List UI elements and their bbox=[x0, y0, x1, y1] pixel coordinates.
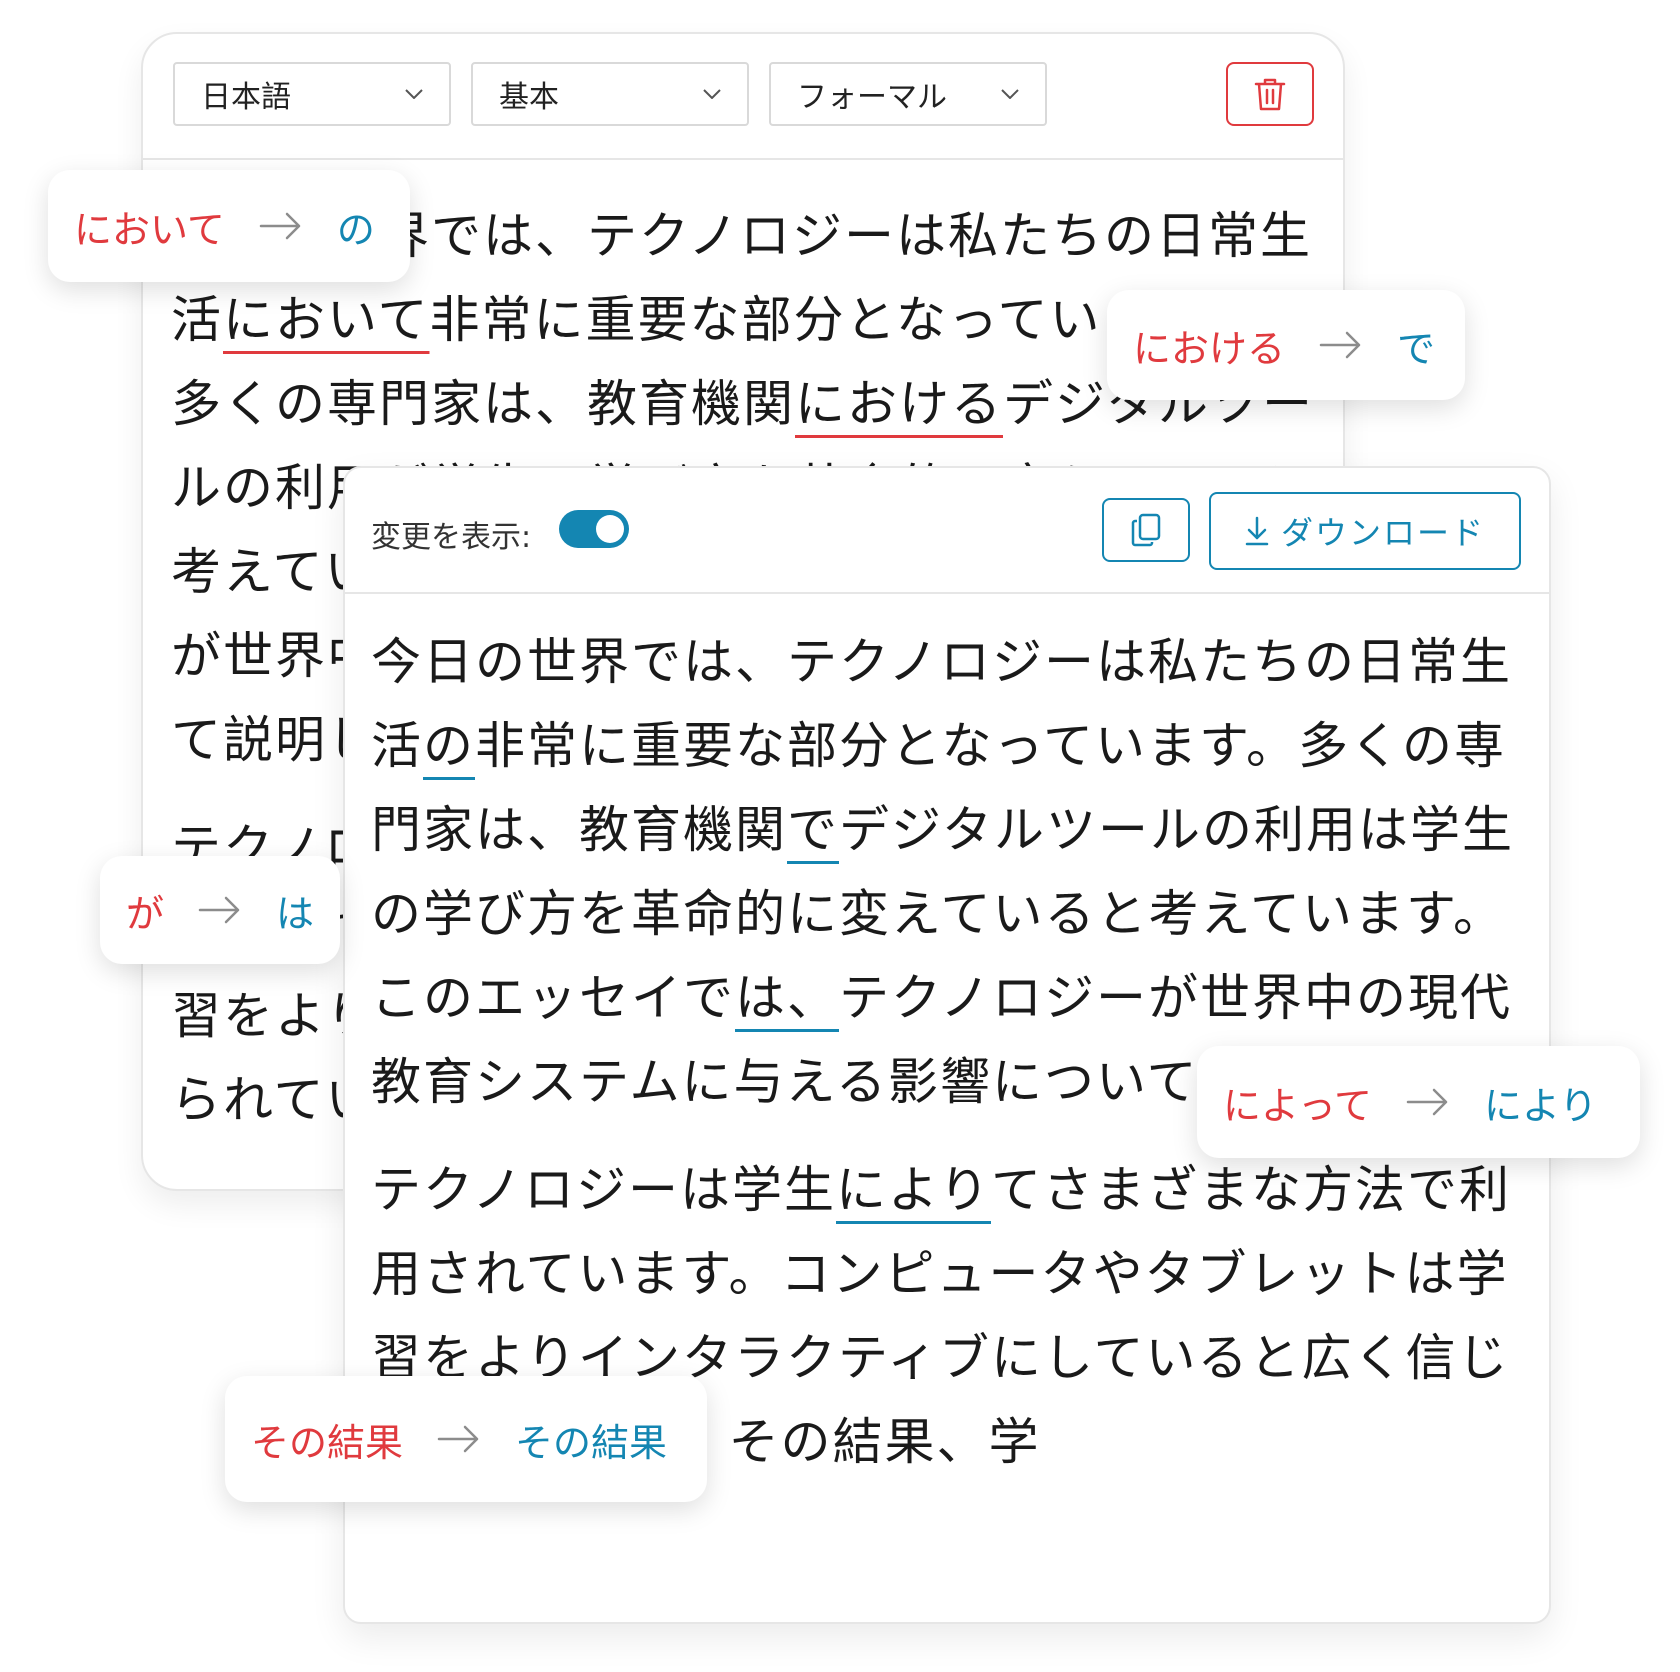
copy-icon bbox=[1131, 513, 1161, 547]
arrow-right-icon bbox=[198, 895, 242, 925]
highlighted-change[interactable]: で bbox=[787, 801, 839, 859]
highlighted-change[interactable]: の bbox=[423, 717, 475, 775]
toggle-knob bbox=[596, 515, 624, 543]
arrow-right-icon bbox=[259, 211, 303, 241]
copy-button[interactable] bbox=[1102, 498, 1190, 562]
suggestion-replacement: その結果 bbox=[515, 1420, 668, 1465]
arrow-right-icon bbox=[1406, 1087, 1450, 1117]
suggestion-original: において bbox=[74, 207, 225, 252]
chevron-down-icon bbox=[405, 89, 423, 99]
chevron-down-icon bbox=[703, 89, 721, 99]
mode-select[interactable]: 基本 bbox=[471, 62, 749, 126]
download-label: ダウンロード bbox=[1280, 514, 1485, 552]
highlighted-change[interactable]: における bbox=[795, 375, 1003, 433]
output-toolbar: 変更を表示: ダウンロード bbox=[345, 468, 1549, 594]
suggestion-pill[interactable]: が は bbox=[100, 856, 340, 964]
suggestion-pill[interactable]: における で bbox=[1107, 290, 1465, 400]
suggestion-replacement: の bbox=[336, 207, 375, 252]
tone-select[interactable]: フォーマル bbox=[769, 62, 1047, 126]
tone-select-value: フォーマル bbox=[797, 80, 947, 115]
suggestion-pill[interactable]: によって により bbox=[1197, 1046, 1640, 1158]
arrow-right-icon bbox=[1319, 330, 1363, 360]
suggestion-pill[interactable]: において の bbox=[48, 170, 410, 282]
stage: 日本語 基本 フォーマル 今日の世界では、テクノロジーは私たちの日常生活において… bbox=[0, 0, 1680, 1672]
mode-select-value: 基本 bbox=[499, 80, 559, 115]
highlighted-change[interactable]: により bbox=[836, 1161, 991, 1219]
download-button[interactable]: ダウンロード bbox=[1209, 492, 1521, 570]
text-segment: テクノロジーは学生 bbox=[371, 1161, 836, 1219]
language-select[interactable]: 日本語 bbox=[173, 62, 451, 126]
text-segment: 非常に重要な部分となっていま bbox=[429, 291, 1154, 349]
download-icon bbox=[1245, 516, 1269, 546]
source-toolbar: 日本語 基本 フォーマル bbox=[143, 34, 1343, 160]
chevron-down-icon bbox=[1001, 89, 1019, 99]
highlighted-change[interactable]: は、 bbox=[735, 969, 839, 1027]
arrow-right-icon bbox=[437, 1424, 481, 1454]
trash-icon bbox=[1254, 78, 1286, 111]
show-changes-label: 変更を表示: bbox=[371, 520, 532, 555]
suggestion-replacement: は bbox=[276, 891, 315, 936]
suggestion-replacement: により bbox=[1483, 1083, 1598, 1128]
suggestion-replacement: で bbox=[1397, 326, 1436, 371]
suggestion-pill[interactable]: その結果 その結果 bbox=[225, 1376, 707, 1502]
suggestion-original: が bbox=[126, 891, 165, 936]
suggestion-original: によって bbox=[1223, 1083, 1372, 1128]
clear-button[interactable] bbox=[1226, 62, 1314, 126]
language-select-value: 日本語 bbox=[201, 80, 291, 115]
suggestion-original: その結果 bbox=[251, 1420, 404, 1465]
show-changes-toggle[interactable] bbox=[559, 510, 629, 548]
highlighted-change[interactable]: において bbox=[223, 291, 430, 349]
suggestion-original: における bbox=[1133, 326, 1286, 371]
